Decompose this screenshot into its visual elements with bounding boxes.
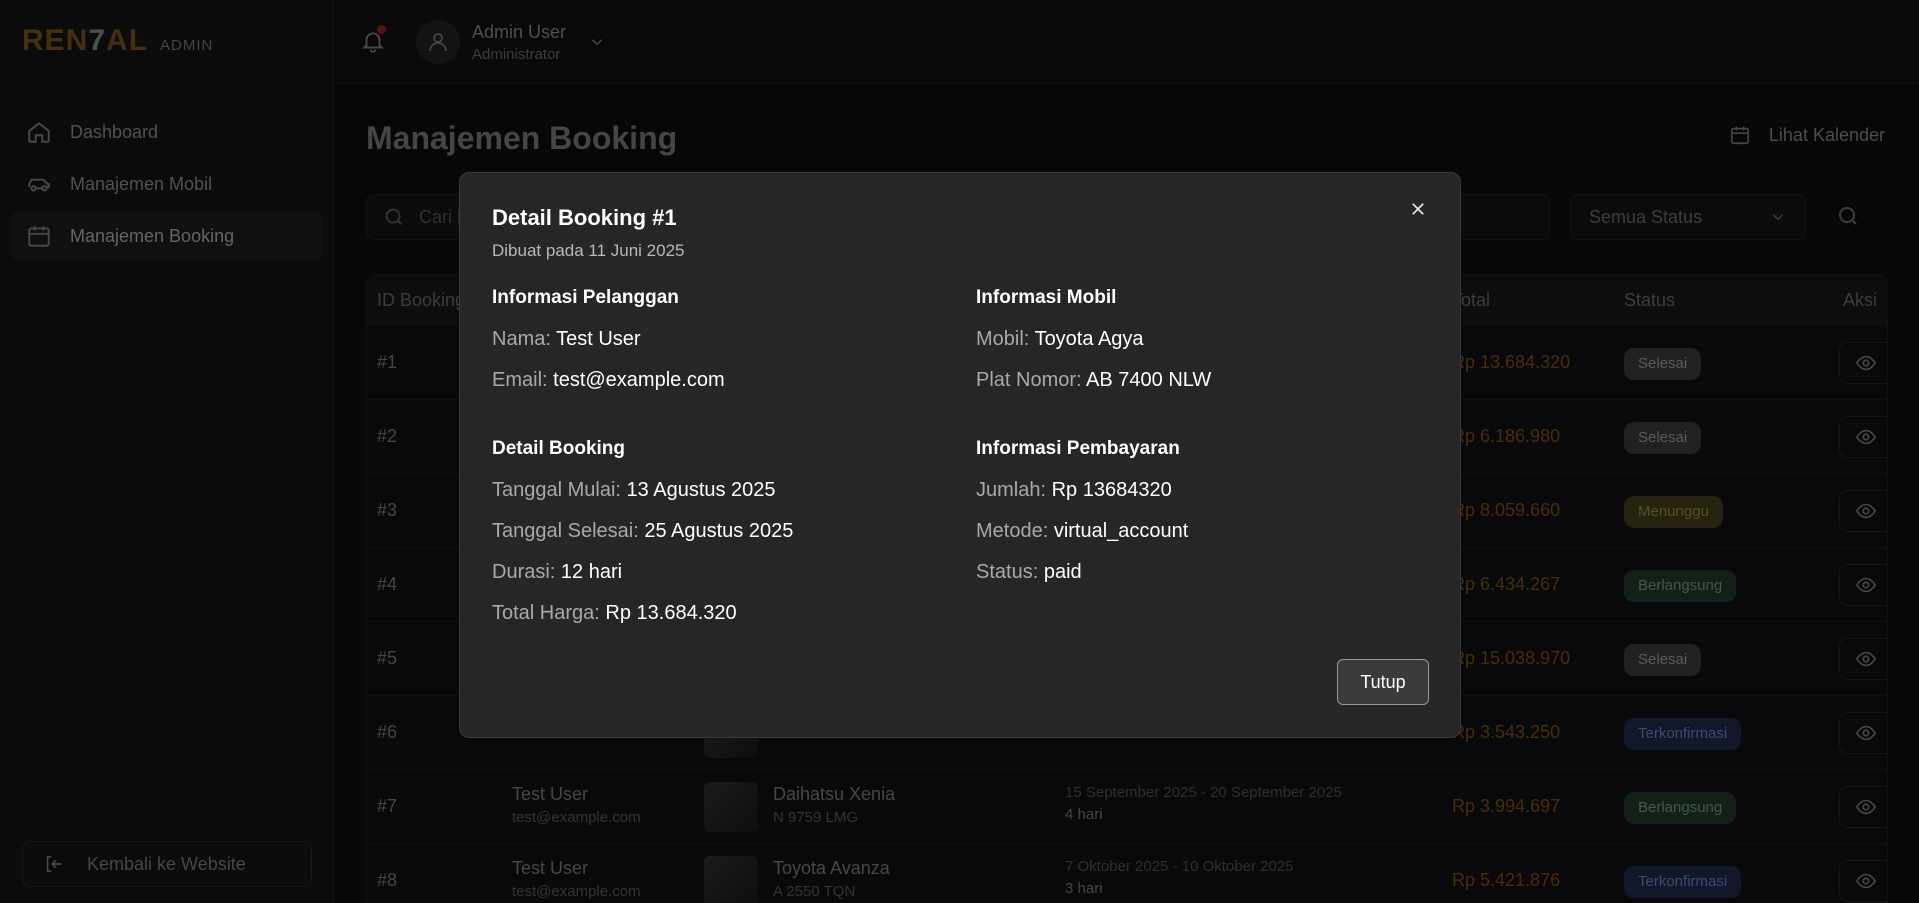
- modal-title: Detail Booking #1: [492, 205, 677, 230]
- section-heading: Informasi Pelanggan: [492, 287, 679, 308]
- payment-amount-field: Jumlah: Rp 13684320: [976, 479, 1172, 501]
- booking-detail-modal: Detail Booking #1 Dibuat pada 11 Juni 20…: [459, 172, 1461, 738]
- section-heading: Detail Booking: [492, 438, 626, 459]
- car-info-section: Informasi Mobil Mobil: Toyota Agya Plat …: [976, 287, 1211, 409]
- start-date-field: Tanggal Mulai: 13 Agustus 2025: [492, 479, 776, 501]
- car-name-field: Mobil: Toyota Agya: [976, 328, 1144, 350]
- payment-method-field: Metode: virtual_account: [976, 520, 1189, 542]
- close-button[interactable]: [1406, 197, 1430, 221]
- duration-field: Durasi: 12 hari: [492, 561, 623, 583]
- close-modal-button[interactable]: Tutup: [1337, 659, 1429, 705]
- payment-info-section: Informasi Pembayaran Jumlah: Rp 13684320…: [976, 438, 1188, 601]
- customer-info-section: Informasi Pelanggan Nama: Test User Emai…: [492, 287, 725, 409]
- close-icon: [1412, 203, 1424, 215]
- end-date-field: Tanggal Selesai: 25 Agustus 2025: [492, 520, 794, 542]
- payment-status-field: Status: paid: [976, 561, 1082, 583]
- car-plate-field: Plat Nomor: AB 7400 NLW: [976, 369, 1212, 391]
- section-heading: Informasi Mobil: [976, 287, 1117, 308]
- section-heading: Informasi Pembayaran: [976, 438, 1180, 459]
- total-price-field: Total Harga: Rp 13.684.320: [492, 602, 737, 624]
- modal-subtitle: Dibuat pada 11 Juni 2025: [492, 241, 685, 260]
- booking-detail-section: Detail Booking Tanggal Mulai: 13 Agustus…: [492, 438, 793, 642]
- customer-email-field: Email: test@example.com: [492, 369, 725, 391]
- customer-name-field: Nama: Test User: [492, 328, 641, 350]
